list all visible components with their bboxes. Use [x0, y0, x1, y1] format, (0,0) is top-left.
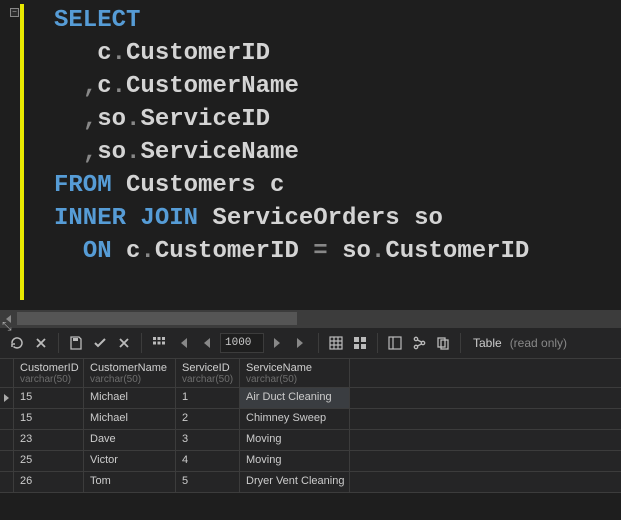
fold-icon[interactable]: − [10, 8, 19, 17]
cell[interactable]: 15 [14, 388, 84, 408]
change-marker [20, 4, 24, 300]
prev-page-button[interactable] [196, 332, 218, 354]
cell[interactable]: 3 [176, 430, 240, 450]
cell[interactable]: Tom [84, 472, 176, 492]
row-marker [0, 388, 14, 408]
cell[interactable]: 1 [176, 388, 240, 408]
row-marker [0, 451, 14, 471]
row-marker [0, 409, 14, 429]
separator [58, 333, 59, 353]
separator [460, 333, 461, 353]
cell[interactable]: Michael [84, 388, 176, 408]
reject-button[interactable] [113, 332, 135, 354]
refresh-button[interactable] [6, 332, 28, 354]
code-area[interactable]: SELECT c.CustomerID ,c.CustomerName ,so.… [26, 0, 529, 310]
row-marker [0, 472, 14, 492]
table-row[interactable]: 15Michael2Chimney Sweep [0, 409, 621, 430]
last-page-button[interactable] [290, 332, 312, 354]
table-row[interactable]: 25Victor4Moving [0, 451, 621, 472]
table-row[interactable]: 23Dave3Moving [0, 430, 621, 451]
apply-button[interactable] [89, 332, 111, 354]
cell[interactable]: 26 [14, 472, 84, 492]
grid-body[interactable]: 15Michael1Air Duct Cleaning15Michael2Chi… [0, 388, 621, 493]
separator [141, 333, 142, 353]
column-header[interactable]: ServiceName varchar(50) [240, 359, 350, 387]
row-marker [0, 430, 14, 450]
results-toolbar: Table (read only) [0, 327, 621, 359]
scroll-track[interactable] [17, 310, 621, 327]
column-header[interactable]: CustomerName varchar(50) [84, 359, 176, 387]
editor-gutter: − [0, 0, 26, 310]
table-row[interactable]: 26Tom5Dryer Vent Cleaning [0, 472, 621, 493]
cell[interactable]: Chimney Sweep [240, 409, 350, 429]
cell[interactable]: Moving [240, 451, 350, 471]
cell[interactable]: Moving [240, 430, 350, 450]
table-row[interactable]: 15Michael1Air Duct Cleaning [0, 388, 621, 409]
separator [318, 333, 319, 353]
scroll-thumb[interactable] [17, 312, 297, 325]
splitter-icon[interactable]: ⤡ [2, 320, 16, 334]
cell[interactable]: 5 [176, 472, 240, 492]
results-status: (read only) [510, 336, 567, 350]
cell[interactable]: Dryer Vent Cleaning [240, 472, 350, 492]
grid-corner [0, 359, 14, 387]
horizontal-scrollbar[interactable] [0, 310, 621, 327]
sql-editor[interactable]: − SELECT c.CustomerID ,c.CustomerName ,s… [0, 0, 621, 310]
copy-button[interactable] [432, 332, 454, 354]
results-tab-label[interactable]: Table [467, 336, 508, 350]
grid-header: CustomerID varchar(50) CustomerName varc… [0, 359, 621, 388]
view-grid-button[interactable] [325, 332, 347, 354]
link-button[interactable] [408, 332, 430, 354]
next-page-button[interactable] [266, 332, 288, 354]
cell[interactable]: Victor [84, 451, 176, 471]
column-header[interactable]: ServiceID varchar(50) [176, 359, 240, 387]
column-header[interactable]: CustomerID varchar(50) [14, 359, 84, 387]
first-page-button[interactable] [172, 332, 194, 354]
view-record-button[interactable] [349, 332, 371, 354]
cell[interactable]: 23 [14, 430, 84, 450]
cell[interactable]: Dave [84, 430, 176, 450]
cell[interactable]: 4 [176, 451, 240, 471]
cell[interactable]: 25 [14, 451, 84, 471]
grid-options-button[interactable] [148, 332, 170, 354]
transpose-button[interactable] [384, 332, 406, 354]
page-size-input[interactable] [220, 333, 264, 353]
cancel-button[interactable] [30, 332, 52, 354]
cell[interactable]: Air Duct Cleaning [240, 388, 350, 408]
results-grid[interactable]: CustomerID varchar(50) CustomerName varc… [0, 359, 621, 493]
cell[interactable]: 2 [176, 409, 240, 429]
separator [377, 333, 378, 353]
cell[interactable]: Michael [84, 409, 176, 429]
cell[interactable]: 15 [14, 409, 84, 429]
save-button[interactable] [65, 332, 87, 354]
